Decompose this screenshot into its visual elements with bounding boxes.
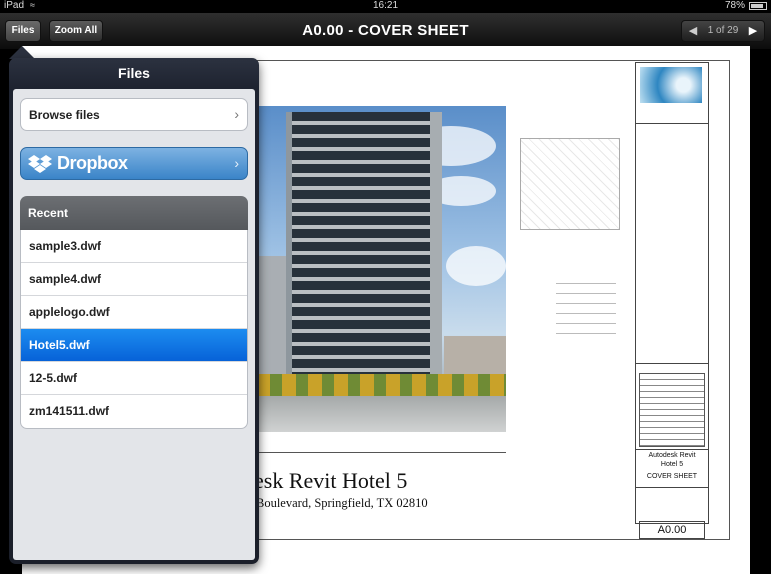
zoom-all-button[interactable]: Zoom All [49, 20, 103, 42]
document-title: A0.00 - COVER SHEET [302, 22, 469, 39]
recent-file-item[interactable]: applelogo.dwf [21, 296, 247, 329]
site-plan-thumbnail [520, 138, 620, 230]
recent-header: Recent [20, 196, 248, 230]
files-popover: Files Browse files › Dropbox › Recent sa… [9, 58, 259, 564]
files-button[interactable]: Files [5, 20, 41, 42]
dropbox-icon [28, 155, 52, 173]
chevron-right-icon: › [234, 155, 239, 171]
titleblock-project-name: Autodesk Revit Hotel 5 [648, 452, 696, 468]
project-address: Boulevard, Springfield, TX 02810 [256, 496, 428, 510]
dropbox-button[interactable]: Dropbox › [20, 147, 248, 180]
battery-icon [749, 2, 767, 10]
recent-label: Recent [28, 206, 69, 220]
project-information-block [538, 274, 616, 334]
status-bar: iPad ≈ 16:21 78% [0, 0, 771, 13]
recent-file-item[interactable]: sample3.dwf [21, 230, 247, 263]
company-logo [640, 67, 702, 103]
page-navigator: ◀ 1 of 29 ▶ [681, 20, 765, 42]
project-title: esk Revit Hotel 5 [254, 468, 408, 493]
recent-file-item[interactable]: Hotel5.dwf [21, 329, 247, 362]
recent-file-item[interactable]: zm141511.dwf [21, 395, 247, 428]
titleblock-sheet-name: COVER SHEET [646, 473, 698, 480]
dropbox-label: Dropbox [57, 153, 128, 173]
previous-page-icon[interactable]: ◀ [686, 21, 700, 41]
revision-table [639, 373, 705, 447]
title-rule [254, 452, 506, 453]
popover-title: Files [118, 65, 150, 81]
chevron-right-icon: › [234, 106, 239, 122]
titleblock-sheet-number: A0.00 [639, 521, 705, 539]
page-indicator: 1 of 29 [707, 25, 739, 36]
recent-file-item[interactable]: 12-5.dwf [21, 362, 247, 395]
next-page-icon[interactable]: ▶ [746, 21, 760, 41]
toolbar: Files Zoom All A0.00 - COVER SHEET ◀ 1 o… [0, 13, 771, 50]
recent-files-list: sample3.dwf sample4.dwf applelogo.dwf Hotel… [20, 230, 248, 429]
browse-files-label: Browse files [29, 108, 100, 122]
battery-percent: 78% [724, 0, 745, 11]
browse-files-button[interactable]: Browse files › [20, 98, 248, 131]
popover-body: Browse files › Dropbox › Recent sample3.… [13, 89, 255, 560]
building-rendering [256, 106, 506, 432]
title-block: Autodesk Revit Hotel 5 COVER SHEET A0.00 [635, 62, 709, 539]
clock: 16:21 [372, 0, 399, 11]
recent-file-item[interactable]: sample4.dwf [21, 263, 247, 296]
